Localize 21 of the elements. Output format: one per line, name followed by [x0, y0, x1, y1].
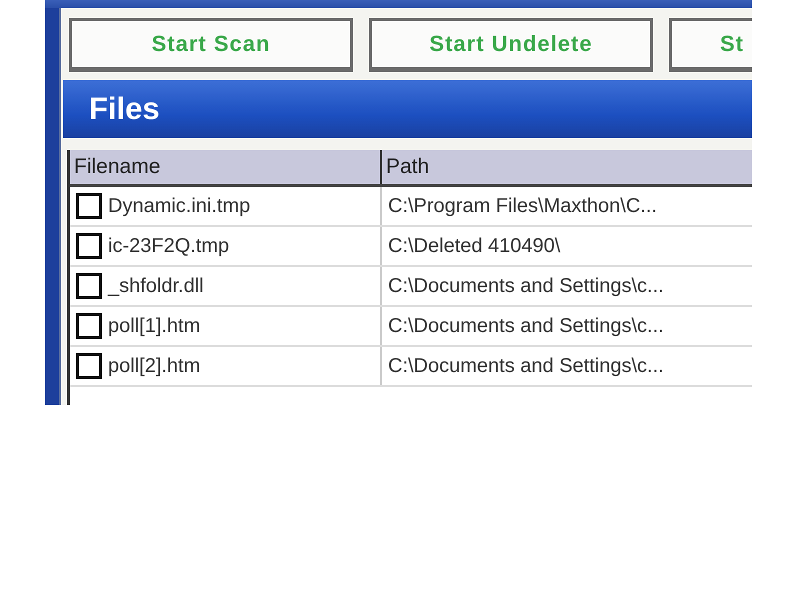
path-cell: C:\Documents and Settings\c...	[388, 274, 664, 298]
filename-cell: ic-23F2Q.tmp	[108, 234, 230, 258]
checkbox[interactable]	[76, 193, 102, 219]
filename-cell: Dynamic.ini.tmp	[108, 194, 250, 218]
panel-title: Files	[89, 91, 160, 127]
toolbar-button[interactable]: St	[669, 18, 752, 72]
checkbox[interactable]	[76, 233, 102, 259]
path-cell: C:\Documents and Settings\c...	[388, 354, 664, 378]
checkbox[interactable]	[76, 313, 102, 339]
column-header[interactable]: Path	[382, 155, 430, 179]
toolbar-button[interactable]: Start Scan	[69, 18, 353, 72]
filename-cell: _shfoldr.dll	[108, 274, 204, 298]
checkbox[interactable]	[76, 353, 102, 379]
toolbar-button[interactable]: Start Undelete	[369, 18, 653, 72]
path-cell: C:\Documents and Settings\c...	[388, 314, 664, 338]
filename-cell: poll[1].htm	[108, 314, 200, 338]
filename-cell: poll[2].htm	[108, 354, 200, 378]
column-header[interactable]: Filename	[70, 150, 382, 184]
path-cell: C:\Deleted 410490\	[388, 234, 560, 258]
checkbox[interactable]	[76, 273, 102, 299]
path-cell: C:\Program Files\Maxthon\C...	[388, 194, 657, 218]
